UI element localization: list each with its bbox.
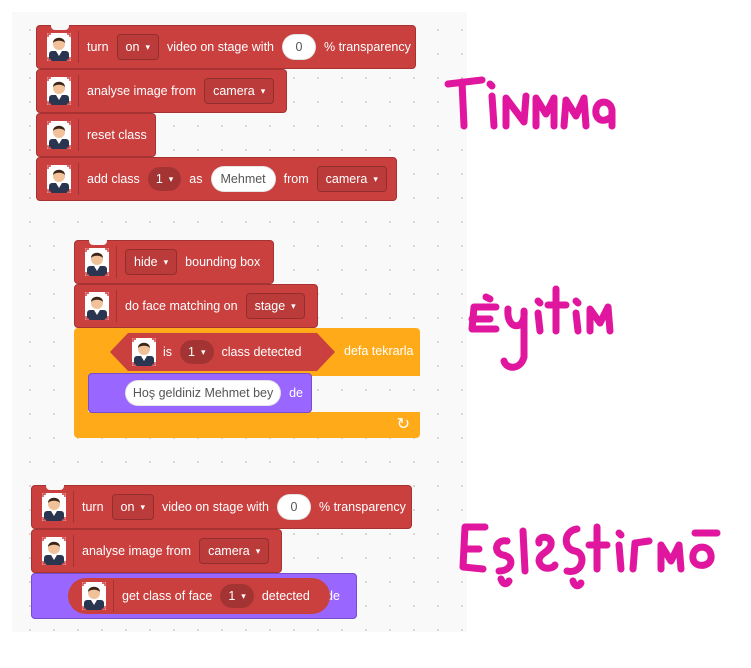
chevron-down-icon: ▾ (241, 590, 246, 601)
analyse-image-block[interactable]: analyse image from camera ▾ (36, 69, 287, 113)
block-text: video on stage with (161, 500, 269, 514)
block-text: analyse image from (82, 544, 192, 558)
block-text: video on stage with (166, 40, 274, 54)
block-text: detected (261, 589, 310, 603)
chevron-down-icon: ▾ (140, 501, 145, 512)
loop-arrow-icon: ↻ (396, 416, 410, 433)
block-text: turn (87, 40, 109, 54)
chevron-down-icon: ▾ (291, 300, 296, 311)
analyse-image-block[interactable]: analyse image from camera ▾ (31, 529, 282, 573)
handwritten-annotation-tanima (444, 76, 616, 130)
say-text-input[interactable]: Hoş geldiniz Mehmet bey (125, 380, 282, 406)
image-source-dropdown[interactable]: camera ▾ (316, 166, 387, 192)
image-source-dropdown[interactable]: camera ▾ (204, 78, 275, 104)
class-name-input[interactable]: Mehmet (210, 166, 276, 192)
handwritten-annotation-egitim (468, 285, 614, 371)
face-avatar-icon (47, 165, 71, 193)
chevron-down-icon: ▾ (163, 256, 169, 267)
face-avatar-icon (82, 582, 106, 610)
face-avatar-icon (85, 248, 109, 276)
repeat-label: defa tekrarla (344, 344, 414, 358)
face-avatar-icon (47, 77, 71, 105)
face-avatar-icon (42, 537, 66, 565)
block-text: as (189, 172, 203, 186)
class-number-dropdown[interactable]: 1 ▾ (147, 167, 182, 191)
block-text: from (283, 172, 309, 186)
chevron-down-icon: ▾ (168, 173, 174, 184)
block-text: bounding box (185, 255, 261, 269)
say-block[interactable]: Hoş geldiniz Mehmet bey de (88, 373, 312, 413)
block-text: turn (82, 500, 104, 514)
transparency-input[interactable]: 0 (277, 494, 311, 520)
video-state-dropdown[interactable]: on ▾ (111, 494, 154, 520)
video-state-dropdown[interactable]: on ▾ (116, 34, 159, 60)
get-class-reporter[interactable]: get class of face 1 ▾ detected (68, 578, 330, 614)
block-text: de (289, 386, 303, 400)
chevron-down-icon: ▾ (255, 545, 261, 556)
repeat-footer (74, 412, 420, 438)
block-text: class detected (221, 345, 302, 359)
block-text: add class (87, 172, 140, 186)
face-avatar-icon (42, 493, 66, 521)
block-text: is (163, 345, 173, 359)
face-avatar-icon (47, 33, 71, 61)
face-matching-block[interactable]: do face matching on stage ▾ (74, 284, 318, 328)
reset-class-block[interactable]: reset class (36, 113, 156, 157)
class-detected-hex-block[interactable]: is 1 ▾ class detected (110, 333, 335, 371)
transparency-input[interactable]: 0 (282, 34, 316, 60)
block-text: reset class (87, 128, 147, 142)
image-source-dropdown[interactable]: camera ▾ (199, 538, 270, 564)
block-text: do face matching on (125, 299, 238, 313)
chevron-down-icon: ▾ (373, 173, 378, 184)
add-class-block[interactable]: add class 1 ▾ as Mehmet from camera ▾ (36, 157, 397, 201)
block-text: % transparency (324, 40, 411, 54)
face-avatar-icon (47, 121, 71, 149)
turn-video-block[interactable]: turn on ▾ video on stage with 0 % transpa… (36, 25, 416, 69)
visibility-dropdown[interactable]: hide ▾ (125, 249, 178, 275)
class-number-dropdown[interactable]: 1 ▾ (220, 584, 254, 608)
face-avatar-icon (132, 338, 156, 366)
hide-bounding-box-block[interactable]: hide ▾ bounding box (74, 240, 274, 284)
chevron-down-icon: ▾ (200, 346, 206, 357)
face-avatar-icon (85, 292, 109, 320)
handwritten-annotation-eslestirme (459, 523, 721, 590)
class-number-dropdown[interactable]: 1 ▾ (180, 340, 213, 364)
block-text: % transparency (319, 500, 406, 514)
block-text: get class of face (122, 589, 213, 603)
chevron-down-icon: ▾ (145, 41, 150, 52)
matching-target-dropdown[interactable]: stage ▾ (245, 293, 305, 319)
turn-video-block[interactable]: turn on ▾ video on stage with 0 % transpa… (31, 485, 412, 529)
repeat-arm (74, 376, 88, 414)
chevron-down-icon: ▾ (260, 85, 266, 96)
block-text: analyse image from (87, 84, 197, 98)
